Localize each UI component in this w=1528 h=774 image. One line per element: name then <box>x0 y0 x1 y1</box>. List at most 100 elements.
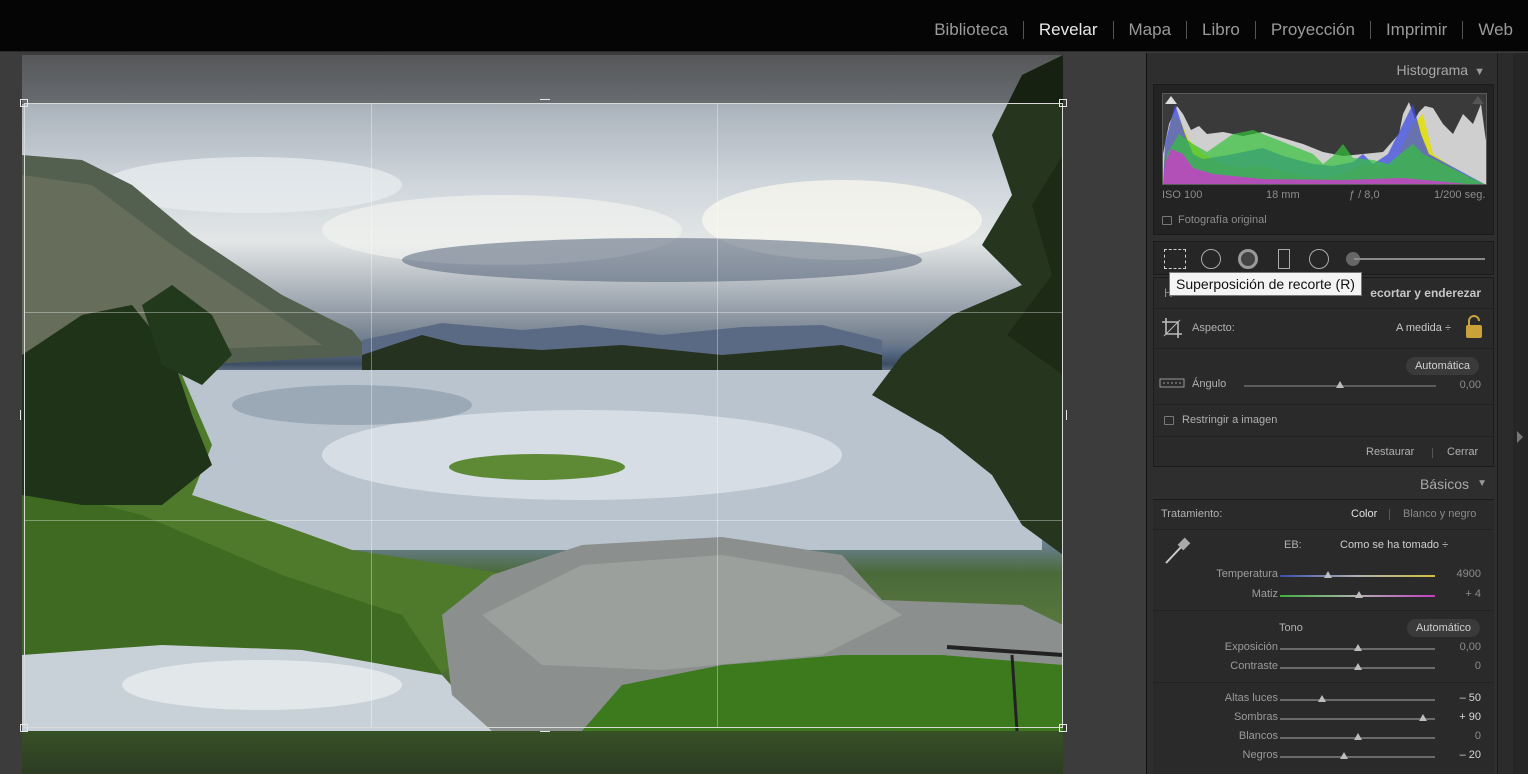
tone-label: Tono <box>1279 622 1303 634</box>
lock-icon[interactable] <box>1465 315 1483 339</box>
slider-value[interactable]: – 20 <box>1460 749 1481 761</box>
divider <box>1153 682 1494 683</box>
slider-value[interactable]: 4900 <box>1457 568 1481 580</box>
histogram-header[interactable]: Histograma ▼ <box>1397 62 1485 78</box>
slider-value[interactable]: + 90 <box>1459 711 1481 723</box>
crop-handle-top-right[interactable] <box>1059 99 1067 107</box>
module-revelar[interactable]: Revelar <box>1024 20 1113 40</box>
angle-slider-thumb[interactable] <box>1336 381 1344 388</box>
panel-scrollbar[interactable] <box>1497 53 1513 774</box>
tone-auto-button[interactable]: Automático <box>1406 619 1480 637</box>
slider-label-altas-luces: Altas luces <box>1224 692 1278 704</box>
constrain-checkbox[interactable] <box>1164 416 1174 425</box>
aperture-value: ƒ / 8,0 <box>1349 189 1380 201</box>
divider <box>1153 529 1494 530</box>
module-proyeccion[interactable]: Proyección <box>1256 20 1370 40</box>
expand-arrow-icon[interactable] <box>1517 431 1523 443</box>
slider-track[interactable] <box>1280 714 1435 721</box>
crop-handle-bottom-right[interactable] <box>1059 724 1067 732</box>
original-photo-checkbox[interactable] <box>1162 215 1172 225</box>
slider-label-matiz: Matiz <box>1251 588 1278 600</box>
highlight-clipping-icon[interactable] <box>1472 96 1484 104</box>
slider-value[interactable]: 0 <box>1475 730 1481 742</box>
divider <box>1154 348 1495 349</box>
slider-track[interactable] <box>1280 591 1435 598</box>
module-imprimir[interactable]: Imprimir <box>1371 20 1462 40</box>
crop-grid-line <box>25 520 1062 521</box>
close-button[interactable]: Cerrar <box>1447 446 1478 458</box>
angle-value[interactable]: 0,00 <box>1460 379 1481 391</box>
tool-strip-line <box>1354 258 1485 260</box>
crop-handle-bottom-left[interactable] <box>20 724 28 732</box>
reset-button[interactable]: Restaurar <box>1366 446 1414 458</box>
basics-title: Básicos <box>1419 476 1469 492</box>
slider-track[interactable] <box>1280 695 1435 702</box>
image-canvas <box>0 53 1144 774</box>
auto-straighten-button[interactable]: Automática <box>1405 357 1479 375</box>
crop-handle-left[interactable] <box>20 410 24 420</box>
tool-strip <box>1153 241 1494 275</box>
slider-track[interactable] <box>1280 663 1435 670</box>
collapse-triangle-icon: ▼ <box>1474 66 1485 78</box>
constrain-label[interactable]: Restringir a imagen <box>1182 414 1277 426</box>
crop-handle-bottom[interactable] <box>540 728 550 732</box>
white-balance-eyedropper-icon[interactable] <box>1162 536 1192 566</box>
slider-thumb[interactable] <box>1353 663 1362 670</box>
module-libro[interactable]: Libro <box>1187 20 1255 40</box>
slider-track[interactable] <box>1280 644 1435 651</box>
slider-value[interactable]: + 4 <box>1465 588 1481 600</box>
crop-frame-icon[interactable] <box>1160 316 1184 340</box>
crop-tool-icon[interactable] <box>1164 249 1186 269</box>
crop-handle-top[interactable] <box>540 99 550 103</box>
separator <box>1389 509 1390 520</box>
slider-track[interactable] <box>1280 571 1435 578</box>
slider-value[interactable]: 0 <box>1475 660 1481 672</box>
slider-label-blancos: Blancos <box>1238 730 1278 742</box>
graduated-filter-icon[interactable] <box>1278 249 1290 269</box>
basics-panel: Tratamiento: Color Blanco y negro EB: Co… <box>1153 499 1494 774</box>
shutter-speed: 1/200 seg. <box>1434 189 1486 201</box>
crop-grid-line <box>717 104 718 727</box>
slider-thumb[interactable] <box>1353 644 1362 651</box>
module-web[interactable]: Web <box>1463 20 1528 40</box>
right-edge-toggle[interactable] <box>1513 53 1528 774</box>
level-tool-icon[interactable] <box>1159 374 1185 392</box>
slider-label-contraste: Contraste <box>1230 660 1278 672</box>
collapse-triangle-icon: ▼ <box>1477 478 1487 489</box>
angle-slider[interactable] <box>1244 381 1436 388</box>
original-photo-toggle[interactable]: Fotografía original <box>1162 214 1267 226</box>
slider-track[interactable] <box>1280 752 1435 759</box>
slider-value[interactable]: – 50 <box>1460 692 1481 704</box>
crop-overlay[interactable] <box>20 99 1067 732</box>
treatment-label: Tratamiento: <box>1161 508 1223 520</box>
wb-dropdown[interactable]: Como se ha tomado ÷ <box>1340 539 1448 551</box>
slider-thumb[interactable] <box>1339 752 1348 759</box>
aspect-dropdown[interactable]: A medida ÷ <box>1396 322 1451 334</box>
red-eye-icon[interactable] <box>1238 249 1258 269</box>
module-mapa[interactable]: Mapa <box>1114 20 1187 40</box>
radial-filter-icon[interactable] <box>1309 249 1329 269</box>
spot-removal-icon[interactable] <box>1201 249 1221 269</box>
crop-straighten-panel: H ecortar y enderezar Aspecto: A medida … <box>1153 277 1495 467</box>
crop-handle-right[interactable] <box>1063 410 1067 420</box>
slider-thumb[interactable] <box>1355 591 1364 598</box>
histogram-graph[interactable] <box>1162 93 1487 185</box>
shadow-clipping-icon[interactable] <box>1165 96 1177 104</box>
slider-track[interactable] <box>1280 733 1435 740</box>
treatment-bw-option[interactable]: Blanco y negro <box>1403 508 1476 520</box>
crop-grid-line <box>371 104 372 727</box>
slider-thumb[interactable] <box>1324 571 1333 578</box>
histogram-panel: ISO 100 18 mm ƒ / 8,0 1/200 seg. Fotogra… <box>1153 84 1494 235</box>
basics-header[interactable]: Básicos ▼ <box>1146 470 1497 498</box>
module-biblioteca[interactable]: Biblioteca <box>919 20 1023 40</box>
slider-label-temperatura: Temperatura <box>1216 568 1278 580</box>
slider-thumb[interactable] <box>1418 714 1427 721</box>
slider-thumb[interactable] <box>1353 733 1362 740</box>
iso-value: ISO 100 <box>1162 189 1203 201</box>
treatment-color-option[interactable]: Color <box>1351 508 1377 520</box>
slider-thumb[interactable] <box>1317 695 1326 702</box>
slider-value[interactable]: 0,00 <box>1460 641 1481 653</box>
crop-panel-title[interactable]: ecortar y enderezar <box>1370 286 1481 300</box>
wb-label: EB: <box>1284 539 1302 551</box>
crop-handle-top-left[interactable] <box>20 99 28 107</box>
